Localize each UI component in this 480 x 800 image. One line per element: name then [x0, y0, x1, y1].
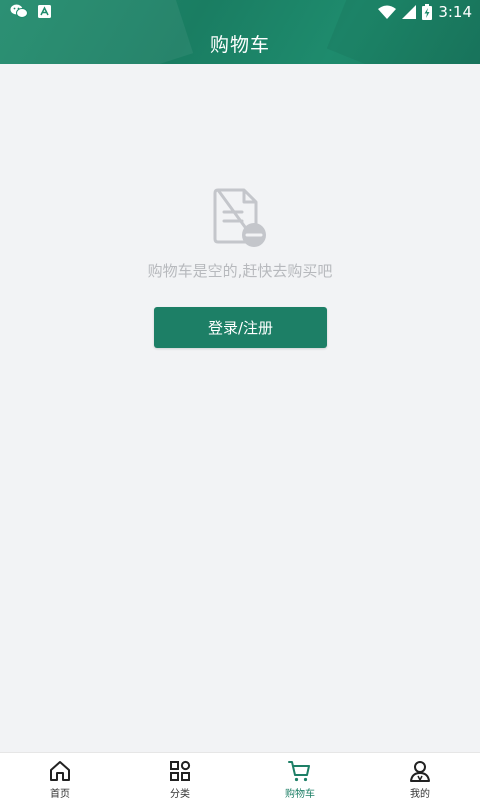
- tab-label: 分类: [170, 789, 190, 800]
- cart-icon: [288, 761, 310, 782]
- status-bar: 3:14: [0, 0, 480, 24]
- battery-icon: [422, 4, 433, 20]
- tab-label: 购物车: [285, 789, 315, 800]
- tab-label: 首页: [50, 789, 70, 800]
- user-icon: [410, 761, 430, 782]
- tab-label: 我的: [410, 789, 430, 800]
- category-grid-icon: [170, 760, 191, 781]
- app-notification-icon: [38, 4, 51, 18]
- wechat-icon: [10, 4, 28, 18]
- wifi-icon: [378, 5, 397, 19]
- signal-icon: [402, 5, 417, 19]
- status-right: 3:14: [378, 3, 472, 21]
- login-register-button[interactable]: 登录/注册: [154, 307, 327, 348]
- empty-cart-message: 购物车是空的,赶快去购买吧: [147, 262, 333, 280]
- tab-mine[interactable]: 我的: [360, 753, 480, 800]
- app-header: 3:14 购物车: [0, 0, 480, 64]
- status-left: [10, 4, 51, 18]
- tab-home[interactable]: 首页: [0, 753, 120, 800]
- page-title: 购物车: [209, 34, 270, 56]
- bottom-tab-bar: 首页 分类 购物车 我的: [0, 752, 480, 800]
- document-minus-icon: [213, 188, 266, 247]
- cart-content: 购物车是空的,赶快去购买吧 登录/注册: [0, 64, 480, 752]
- tab-cart[interactable]: 购物车: [240, 753, 360, 800]
- status-time: 3:14: [438, 3, 472, 21]
- tab-category[interactable]: 分类: [120, 753, 240, 800]
- home-icon: [50, 761, 70, 781]
